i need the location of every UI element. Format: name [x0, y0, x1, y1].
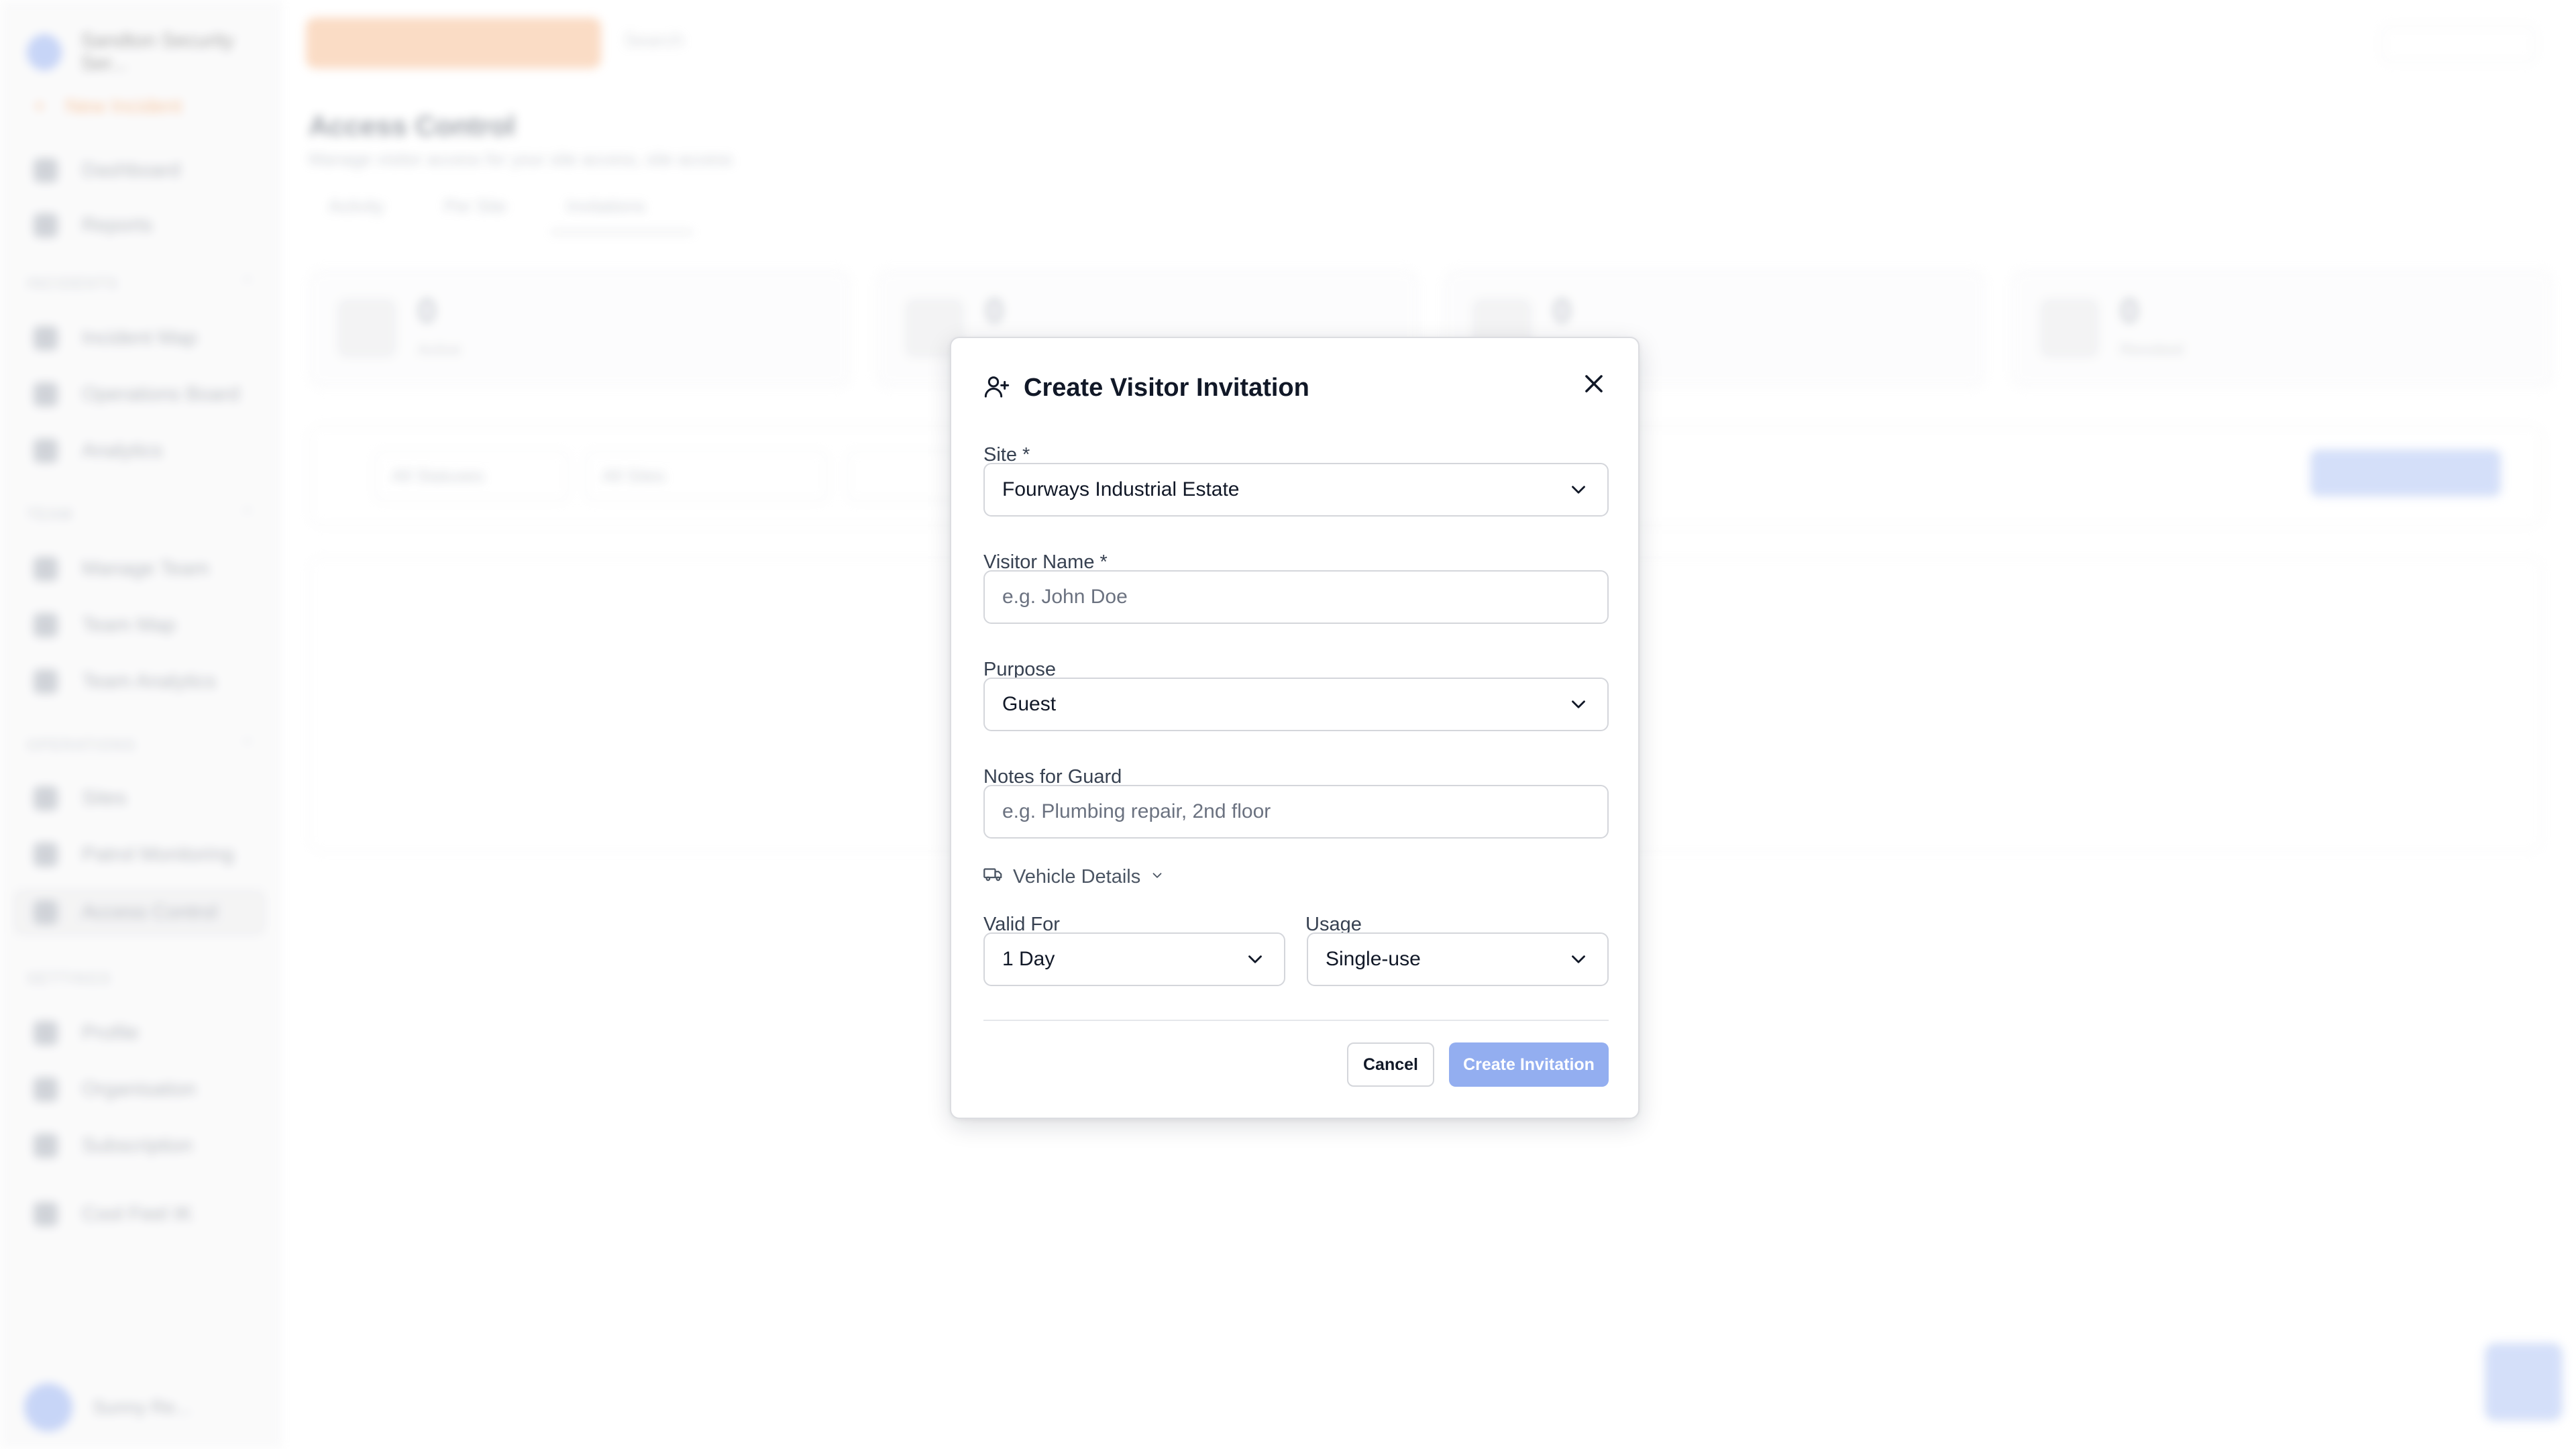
usage-value: Single-use	[1326, 948, 1421, 970]
vehicle-details-label: Vehicle Details	[1013, 865, 1141, 888]
dialog-header: Create Visitor Invitation	[983, 373, 1309, 403]
vehicle-details-toggle[interactable]: Vehicle Details	[983, 864, 1165, 890]
create-invitation-button[interactable]: Create Invitation	[1449, 1042, 1609, 1087]
cancel-button[interactable]: Cancel	[1347, 1042, 1434, 1087]
chevron-down-icon	[1572, 700, 1585, 708]
visitor-name-input[interactable]	[983, 570, 1609, 624]
chevron-down-icon	[1150, 866, 1165, 888]
purpose-select-value: Guest	[1002, 693, 1057, 715]
truck-icon	[983, 864, 1004, 890]
chevron-down-icon	[1248, 955, 1262, 963]
close-button[interactable]	[1575, 366, 1613, 404]
purpose-select[interactable]: Guest	[983, 678, 1609, 731]
valid-for-value: 1 Day	[1002, 948, 1055, 970]
dialog-title: Create Visitor Invitation	[1024, 374, 1309, 402]
notes-input[interactable]	[983, 785, 1609, 839]
valid-for-select[interactable]: 1 Day	[983, 932, 1285, 986]
user-plus-icon	[983, 373, 1010, 403]
close-icon	[1581, 371, 1607, 400]
create-invitation-dialog: Create Visitor Invitation Site * Fourway…	[950, 337, 1640, 1119]
usage-select[interactable]: Single-use	[1307, 932, 1609, 986]
footer-divider	[983, 1020, 1609, 1021]
site-select-value: Fourways Industrial Estate	[1002, 478, 1240, 500]
chevron-down-icon	[1572, 955, 1585, 963]
site-select[interactable]: Fourways Industrial Estate	[983, 463, 1609, 517]
chevron-down-icon	[1572, 486, 1585, 494]
